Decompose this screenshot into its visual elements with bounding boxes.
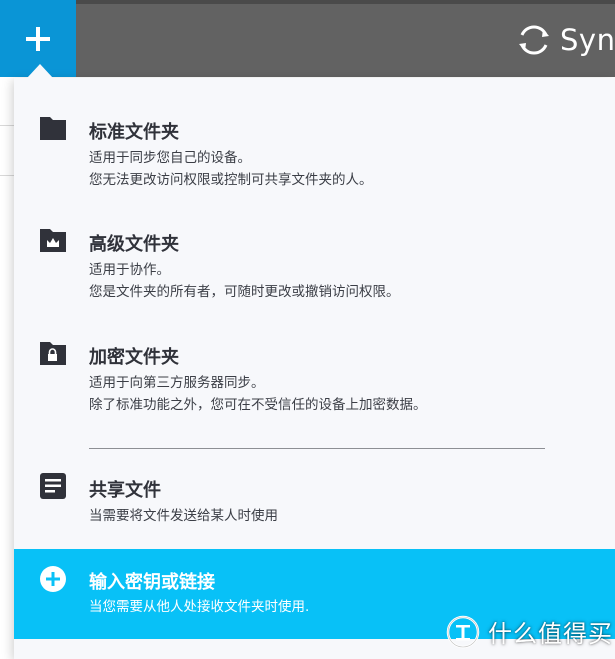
menu-item-title: 共享文件	[89, 480, 161, 501]
file-document-icon	[40, 473, 66, 499]
menu-item-share-file[interactable]: 共享文件 当需要将文件发送给某人时使用	[14, 454, 615, 544]
plus-circle-icon	[40, 566, 66, 592]
sync-logo-icon	[519, 25, 549, 55]
watermark-text: 什么值得买	[488, 620, 613, 648]
menu-item-desc: 您是文件夹的所有者，可随时更改或撤销访问权限。	[89, 284, 400, 300]
underlay-divider	[0, 125, 14, 126]
zhi-logo-icon	[446, 615, 480, 648]
menu-item-desc: 适用于协作。	[89, 262, 170, 278]
menu-item-title: 标准文件夹	[89, 122, 179, 143]
folder-crown-icon	[40, 229, 66, 252]
underlay-divider	[0, 175, 14, 176]
top-bar: Sync	[0, 0, 615, 77]
brand: Sync	[516, 20, 615, 60]
menu-item-title: 输入密钥或链接	[89, 572, 215, 593]
add-folder-menu: 标准文件夹 适用于同步您自己的设备。 您无法更改访问权限或控制可共享文件夹的人。…	[14, 78, 615, 659]
menu-item-desc: 当您需要从他人处接收文件夹时使用.	[89, 599, 310, 615]
watermark: 什么值得买	[446, 614, 613, 649]
top-bar-strip	[0, 0, 615, 4]
menu-item-desc: 当需要将文件发送给某人时使用	[89, 508, 278, 524]
plus-icon	[26, 26, 50, 51]
menu-item-desc: 除了标准功能之外，您可在不受信任的设备上加密数据。	[89, 397, 427, 413]
menu-item-encrypted-folder[interactable]: 加密文件夹 适用于向第三方服务器同步。 除了标准功能之外，您可在不受信任的设备上…	[14, 310, 615, 434]
menu-item-advanced-folder[interactable]: 高级文件夹 适用于协作。 您是文件夹的所有者，可随时更改或撤销访问权限。	[14, 198, 615, 310]
menu-item-title: 加密文件夹	[89, 347, 179, 368]
menu-item-desc: 适用于向第三方服务器同步。	[89, 375, 265, 391]
menu-pointer	[27, 64, 53, 78]
folder-icon	[40, 117, 66, 140]
menu-item-standard-folder[interactable]: 标准文件夹 适用于同步您自己的设备。 您无法更改访问权限或控制可共享文件夹的人。	[14, 78, 615, 198]
menu-divider	[89, 448, 545, 449]
menu-item-desc: 您无法更改访问权限或控制可共享文件夹的人。	[89, 172, 373, 188]
menu-item-desc: 适用于同步您自己的设备。	[89, 150, 251, 166]
menu-item-title: 高级文件夹	[89, 234, 179, 255]
folder-lock-icon	[40, 342, 66, 365]
brand-text: Sync	[560, 23, 615, 57]
